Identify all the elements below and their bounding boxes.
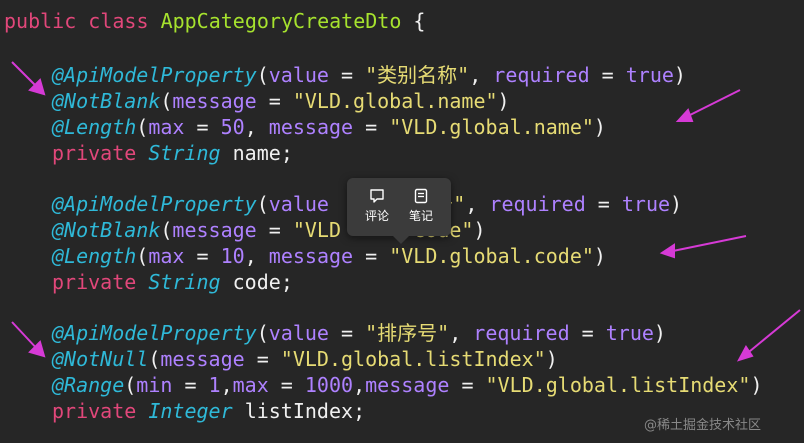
arrow-icon — [11, 61, 46, 96]
note-label: 笔记 — [408, 209, 433, 223]
arrow-icon — [736, 309, 801, 362]
watermark: @稀土掘金技术社区 — [644, 418, 762, 433]
arrow-icon — [675, 89, 741, 122]
arrow-icon — [11, 321, 46, 358]
comment-icon — [370, 189, 384, 203]
note-icon — [414, 188, 428, 204]
arrow-icon — [659, 235, 747, 259]
comment-label: 评论 — [364, 209, 389, 223]
selection-popup: 评论 笔记 — [347, 178, 451, 244]
comment-button[interactable]: 评论 — [357, 186, 397, 228]
note-button[interactable]: 笔记 — [401, 186, 441, 228]
